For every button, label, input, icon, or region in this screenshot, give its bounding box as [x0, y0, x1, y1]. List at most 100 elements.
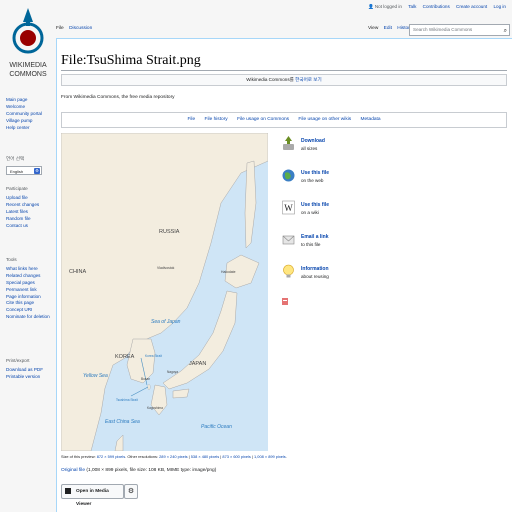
file-tabs: File File history File usage on Commons …	[61, 112, 507, 128]
email-icon	[282, 235, 295, 245]
wikimedia-commons-logo[interactable]: WIKIMEDIA COMMONS	[6, 4, 50, 84]
original-file-line: Original file (1,008 × 899 pixels, file …	[61, 468, 216, 473]
sidebar-item-permanent-link[interactable]: Permanent link	[6, 287, 50, 294]
map-label-hakodate: Hakodate	[221, 270, 236, 274]
sidebar-item-contact-us[interactable]: Contact us	[6, 223, 39, 230]
action-use-web-title[interactable]: Use this file	[301, 170, 329, 176]
sidebar-item-main-page[interactable]: Main page	[6, 97, 42, 104]
namespace-tabs: File Discussion	[56, 26, 96, 31]
caption-res-3[interactable]: 873 × 600 pixels	[222, 454, 250, 459]
action-email-title[interactable]: Email a link	[301, 234, 329, 240]
file-tab-usage-commons[interactable]: File usage on Commons	[237, 117, 289, 122]
user-icon: 👤	[368, 4, 374, 9]
search-input[interactable]: Search Wikimedia Commons ⌕	[409, 24, 510, 36]
sidebar-item-welcome[interactable]: Welcome	[6, 104, 42, 111]
participate-portal: Participate Upload file Recent changes L…	[6, 186, 39, 229]
tools-heading: Tools	[6, 257, 17, 262]
caption-res-2[interactable]: 538 × 480 pixels	[191, 454, 219, 459]
action-email-sub: to this file	[301, 242, 321, 247]
participate-heading: Participate	[6, 186, 28, 191]
wikipedia-icon: W	[282, 200, 295, 215]
sidebar-item-what-links-here[interactable]: What links here	[6, 266, 50, 273]
pdf-icon[interactable]	[282, 298, 288, 305]
media-viewer-settings-button[interactable]: ⚙	[124, 484, 138, 499]
sidebar-item-community-portal[interactable]: Community portal	[6, 111, 42, 118]
print-heading: Print/export	[6, 358, 30, 363]
language-banner: Wikimedia Commons를 한국어로 보기	[61, 74, 507, 86]
tools-portal: Tools What links here Related changes Sp…	[6, 257, 50, 321]
caption-res-4[interactable]: 1,008 × 899 pixels	[254, 454, 286, 459]
sidebar-item-latest-files[interactable]: Latest files	[6, 209, 39, 216]
map-label-pacific-ocean: Pacific Ocean	[201, 424, 232, 430]
sidebar-item-download-pdf[interactable]: Download as PDF	[6, 367, 43, 374]
print-portal: Print/export Download as PDF Printable v…	[6, 358, 43, 381]
action-use-wiki-title[interactable]: Use this file	[301, 202, 329, 208]
map-image[interactable]: RUSSIA CHINA Vladivostok Hakodate Sea of…	[61, 133, 268, 451]
caption-res-1[interactable]: 289 × 240 pixels	[159, 454, 187, 459]
sidebar-item-random-file[interactable]: Random file	[6, 216, 39, 223]
contributions-link[interactable]: Contributions	[423, 4, 450, 9]
caption-preview-size[interactable]: 872 × 599 pixels	[97, 454, 125, 459]
file-tab-file[interactable]: File	[187, 117, 195, 122]
banner-link[interactable]: 한국어로 보기	[295, 77, 322, 82]
search-icon[interactable]: ⌕	[504, 26, 507, 36]
action-information-title[interactable]: Information	[301, 266, 329, 272]
sidebar: WIKIMEDIA COMMONS Main page Welcome Comm…	[0, 0, 56, 512]
original-file-meta: (1,008 × 899 pixels, file size: 108 KB, …	[86, 468, 217, 473]
not-logged-in-label: Not logged in	[374, 4, 402, 9]
map-label-sea-of-japan: Sea of Japan	[151, 319, 181, 325]
talk-link[interactable]: Talk	[408, 4, 416, 9]
map-label-east-china-sea: East China Sea	[105, 419, 140, 425]
sidebar-item-related-changes[interactable]: Related changes	[6, 273, 50, 280]
language-select[interactable]: English ⚙	[6, 166, 42, 175]
banner-prefix: Wikimedia Commons를	[246, 77, 294, 82]
tab-view[interactable]: View	[368, 26, 378, 31]
download-icon	[283, 136, 294, 150]
sidebar-item-page-information[interactable]: Page information	[6, 294, 50, 301]
create-account-link[interactable]: Create account	[456, 4, 487, 9]
sidebar-item-cite-this-page[interactable]: Cite this page	[6, 300, 50, 307]
original-file-link[interactable]: Original file	[61, 468, 85, 473]
sidebar-item-printable-version[interactable]: Printable version	[6, 374, 43, 381]
caption-other: . Other resolutions:	[125, 454, 159, 459]
gear-icon[interactable]: ⚙	[34, 168, 40, 174]
sidebar-item-nominate-for-deletion[interactable]: Nominate for deletion	[6, 314, 50, 321]
file-actions: Download all sizes Use this file on the …	[282, 136, 352, 305]
content-area: File:TsuShima Strait.png Wikimedia Commo…	[56, 38, 512, 512]
map-label-korea-strait: Korea Strait	[145, 354, 162, 358]
sidebar-item-village-pump[interactable]: Village pump	[6, 118, 42, 125]
sidebar-item-upload-file[interactable]: Upload file	[6, 195, 39, 202]
action-download[interactable]: Download all sizes	[282, 136, 352, 168]
svg-text:W: W	[284, 203, 293, 213]
map-label-korea: KOREA	[115, 354, 135, 360]
tab-discussion[interactable]: Discussion	[69, 26, 92, 31]
sidebar-item-concept-uri[interactable]: Concept URI	[6, 307, 50, 314]
sidebar-item-help-center[interactable]: Help center	[6, 125, 42, 132]
action-download-title[interactable]: Download	[301, 138, 325, 144]
sidebar-item-special-pages[interactable]: Special pages	[6, 280, 50, 287]
open-media-viewer-label: Open in Media Viewer	[76, 489, 109, 507]
globe-icon	[282, 169, 295, 182]
file-tab-metadata[interactable]: Metadata	[361, 117, 381, 122]
map-label-vladivostok: Vladivostok	[157, 266, 175, 270]
action-use-wiki[interactable]: W Use this file on a wiki	[282, 200, 352, 232]
map-label-yellow-sea: Yellow Sea	[83, 373, 108, 379]
map-label-japan: JAPAN	[189, 361, 206, 367]
log-in-link[interactable]: Log in	[493, 4, 506, 9]
open-media-viewer-button[interactable]: Open in Media Viewer	[61, 484, 124, 507]
file-tab-usage-other[interactable]: File usage on other wikis	[298, 117, 351, 122]
caption-prefix: Size of this preview:	[61, 454, 96, 459]
logo-line1: WIKIMEDIA	[9, 62, 47, 69]
action-email[interactable]: Email a link to this file	[282, 232, 352, 264]
action-information[interactable]: Information about reusing	[282, 264, 352, 296]
sidebar-item-recent-changes[interactable]: Recent changes	[6, 202, 39, 209]
tab-file[interactable]: File	[56, 26, 64, 31]
map-label-kagoshima: Kagoshima	[147, 406, 163, 410]
info-bulb-icon	[283, 264, 294, 278]
action-use-wiki-sub: on a wiki	[301, 210, 319, 215]
site-sub: From Wikimedia Commons, the free media r…	[61, 95, 175, 100]
tab-edit[interactable]: Edit	[384, 26, 392, 31]
action-use-web[interactable]: Use this file on the web	[282, 168, 352, 200]
action-information-sub: about reusing	[301, 274, 329, 279]
file-tab-history[interactable]: File history	[205, 117, 228, 122]
